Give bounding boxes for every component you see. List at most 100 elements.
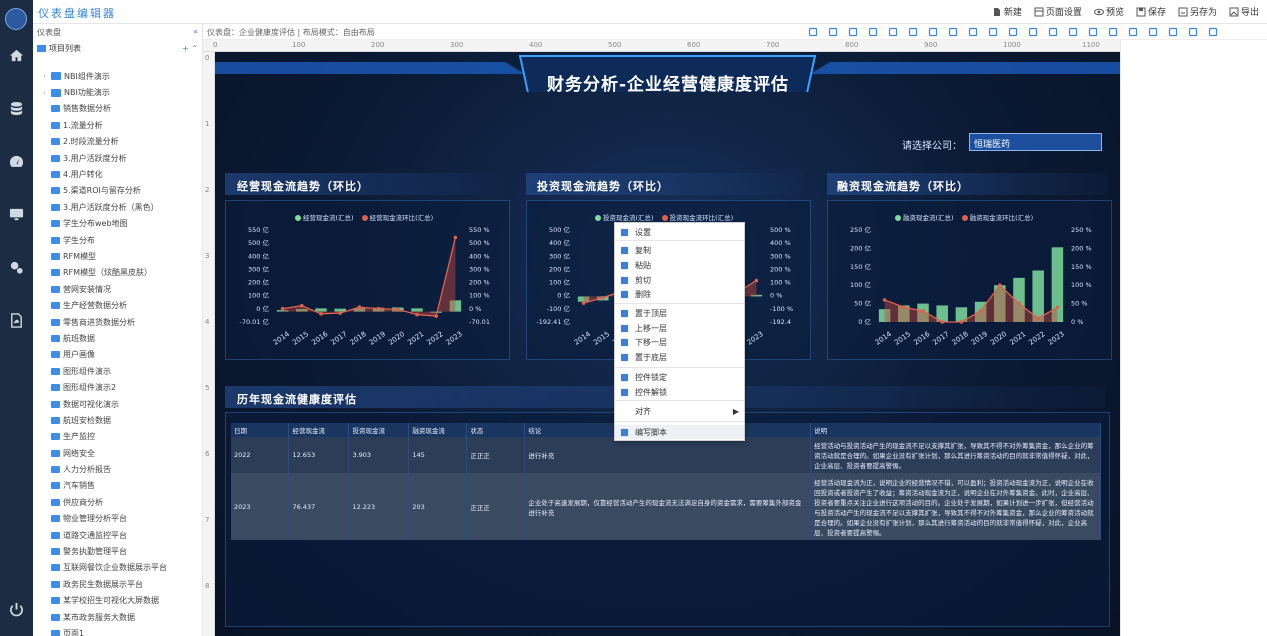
sidebar-item[interactable]: 图形组件演示 xyxy=(33,363,203,379)
move-down-icon[interactable] xyxy=(1068,27,1078,37)
sidebar-item[interactable]: 销售数据分析 xyxy=(33,101,203,117)
sidebar-item[interactable]: 警务执勤管理平台 xyxy=(33,543,203,559)
menu-item[interactable]: 置于顶层 xyxy=(615,306,744,320)
sidebar-item[interactable]: 汽车销售 xyxy=(33,478,203,494)
col-header[interactable]: 状态 xyxy=(466,423,526,437)
preview-button[interactable]: 预览 xyxy=(1093,5,1124,18)
home-icon[interactable] xyxy=(9,48,24,63)
save-as-button[interactable]: 另存为 xyxy=(1178,5,1217,18)
move-up-icon[interactable] xyxy=(1048,27,1058,37)
sidebar-item[interactable]: 学生分布web地图 xyxy=(33,216,203,232)
sidebar-item[interactable]: 航班数据 xyxy=(33,330,203,346)
pdf-icon[interactable] xyxy=(9,313,24,328)
menu-item[interactable]: 置于底层 xyxy=(615,350,744,364)
unlock-icon[interactable] xyxy=(948,27,958,37)
collapse-sidebar-icon[interactable]: « xyxy=(193,27,198,37)
cut-icon[interactable] xyxy=(888,27,898,37)
sidebar-item[interactable]: 某学校招生可视化大屏数据 xyxy=(33,593,203,609)
sidebar-item[interactable]: 4.用户转化 xyxy=(33,166,203,182)
y-tick-label: -70.01 xyxy=(469,318,490,326)
align-right-icon[interactable] xyxy=(1208,27,1218,37)
save-button[interactable]: 保存 xyxy=(1136,5,1166,18)
sidebar-item[interactable]: 生产监控 xyxy=(33,429,203,445)
zoom-in-icon[interactable] xyxy=(968,27,978,37)
col-header[interactable]: 融资现金流 xyxy=(408,423,468,437)
sidebar-item[interactable]: 航班安检数据 xyxy=(33,412,203,428)
sidebar-item[interactable]: 3.用户活跃度分析（黑色） xyxy=(33,199,203,215)
sidebar-item[interactable]: 某市政务服务大数据 xyxy=(33,609,203,625)
copy-icon[interactable] xyxy=(868,27,878,37)
col-header[interactable]: 投资现金流 xyxy=(348,423,410,437)
sidebar-item[interactable]: 数据可视化演示 xyxy=(33,396,203,412)
new-button[interactable]: 新建 xyxy=(992,5,1022,18)
menu-item[interactable]: 复制 xyxy=(615,243,744,257)
paste-icon[interactable] xyxy=(908,27,918,37)
sidebar-item[interactable]: 网络安全 xyxy=(33,445,203,461)
table-row[interactable]: 2022 12.653 3.903 145 正正正 进行补充 经营活动与投资活动… xyxy=(231,437,1101,473)
menu-item[interactable]: 删除 xyxy=(615,287,744,301)
send-back-icon[interactable] xyxy=(1088,27,1098,37)
menu-item[interactable]: 编写脚本 xyxy=(615,425,744,439)
sidebar-item[interactable]: 供应商分析 xyxy=(33,494,203,510)
sidebar-item[interactable]: 人力分析报告 xyxy=(33,461,203,477)
align-bottom-icon[interactable] xyxy=(1148,27,1158,37)
page-settings-button[interactable]: 页面设置 xyxy=(1034,5,1082,18)
dashboard-icon[interactable] xyxy=(9,154,24,169)
sidebar-item[interactable]: 1.流量分析 xyxy=(33,117,203,133)
sidebar-item[interactable]: 物业管理分析平台 xyxy=(33,511,203,527)
add-project-icon[interactable]: + xyxy=(182,44,189,53)
settings-icon[interactable] xyxy=(9,260,24,275)
menu-item[interactable]: 下移一层 xyxy=(615,335,744,349)
sidebar-item[interactable]: RFM模型 xyxy=(33,248,203,264)
sidebar-item[interactable]: › NBI组件演示 xyxy=(33,68,203,84)
undo-icon[interactable] xyxy=(828,27,838,37)
sidebar-item[interactable]: 学生分布 xyxy=(33,232,203,248)
col-header[interactable]: 经营现金流 xyxy=(288,423,350,437)
bring-front-icon[interactable] xyxy=(1028,27,1038,37)
sidebar-item[interactable]: › NBI功能演示 xyxy=(33,84,203,100)
sidebar-item[interactable]: 道路交通监控平台 xyxy=(33,527,203,543)
sidebar-item[interactable]: 3.用户活跃度分析 xyxy=(33,150,203,166)
sidebar-item[interactable]: 用户画像 xyxy=(33,347,203,363)
power-icon[interactable] xyxy=(9,602,24,617)
menu-item[interactable]: 控件解锁 xyxy=(615,385,744,399)
menu-item[interactable]: 控件锁定 xyxy=(615,370,744,384)
menu-item[interactable]: 粘贴 xyxy=(615,258,744,272)
collapse-all-icon[interactable]: ⌃ xyxy=(191,44,198,53)
sidebar-item[interactable]: 政务民生数据展示平台 xyxy=(33,576,203,592)
menu-item[interactable]: 剪切 xyxy=(615,273,744,287)
database-icon[interactable] xyxy=(9,101,24,116)
table-row[interactable]: 2023 76.437 12.223 203 正正正 企业处于高速发展期，仅靠经… xyxy=(231,473,1101,540)
sidebar-item[interactable]: 营网安装情况 xyxy=(33,281,203,297)
sidebar-item[interactable]: 生产经营数据分析 xyxy=(33,297,203,313)
redo-icon[interactable] xyxy=(848,27,858,37)
menu-item[interactable]: 上移一层 xyxy=(615,321,744,335)
align-top-icon[interactable] xyxy=(1108,27,1118,37)
expand-caret-icon[interactable]: › xyxy=(43,89,51,97)
sidebar-item[interactable]: 5.渠道ROI与留存分析 xyxy=(33,183,203,199)
sidebar-item[interactable]: 互联网餐饮企业数据展示平台 xyxy=(33,560,203,576)
ruler-tick-label: 400 xyxy=(529,41,543,49)
expand-caret-icon[interactable]: › xyxy=(43,72,51,80)
company-select[interactable]: 恒瑞医药 xyxy=(969,133,1102,151)
zoom-out-icon[interactable] xyxy=(988,27,998,37)
y-tick-label: 200 亿 xyxy=(248,278,269,287)
col-header[interactable]: 日期 xyxy=(231,423,290,437)
sidebar-item-label: 某学校招生可视化大屏数据 xyxy=(63,596,159,606)
link-icon[interactable] xyxy=(808,27,818,37)
delete-icon[interactable] xyxy=(1008,27,1018,37)
sidebar-item[interactable]: 2.时段流量分析 xyxy=(33,134,203,150)
lock-icon[interactable] xyxy=(928,27,938,37)
sidebar-item[interactable]: 零售商进货数据分析 xyxy=(33,314,203,330)
menu-item[interactable]: 设置 xyxy=(615,225,744,239)
align-left-icon[interactable] xyxy=(1168,27,1178,37)
menu-item[interactable]: 对齐 ▶ xyxy=(615,404,744,418)
align-center-icon[interactable] xyxy=(1188,27,1198,37)
align-middle-icon[interactable] xyxy=(1128,27,1138,37)
sidebar-item[interactable]: 图形组件演示2 xyxy=(33,379,203,395)
col-header[interactable]: 说明 xyxy=(810,423,1101,437)
export-button[interactable]: 导出 xyxy=(1229,5,1259,18)
sidebar-item[interactable]: RFM模型（炫酷黑皮肤） xyxy=(33,265,203,281)
sidebar-item[interactable]: 页面1 xyxy=(33,625,203,636)
monitor-icon[interactable] xyxy=(9,207,24,222)
